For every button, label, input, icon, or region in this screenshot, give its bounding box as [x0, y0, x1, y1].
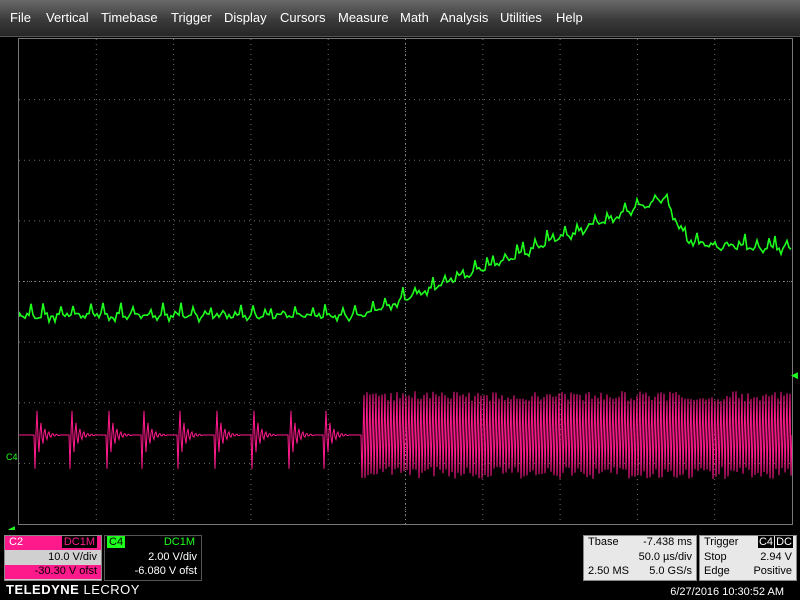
c4-descriptor[interactable]: C4 DC1M 2.00 V/div -6.080 V ofst: [104, 535, 202, 581]
waveform-svg: [19, 39, 792, 524]
waveform-display[interactable]: [18, 38, 793, 525]
menu-bar: File Vertical Timebase Trigger Display Cursor…: [0, 0, 800, 37]
menu-analysis[interactable]: Analysis: [440, 10, 488, 25]
brand-bold: TELEDYNE: [6, 582, 80, 597]
menu-trigger[interactable]: Trigger: [171, 10, 212, 25]
timebase-per-div: 50.0 µs/div: [638, 551, 692, 563]
c2-name: C2: [9, 536, 24, 548]
c4-vdiv: 2.00 V/div: [148, 551, 197, 563]
timebase-rate: 5.0 GS/s: [649, 565, 692, 577]
c2-vdiv: 10.0 V/div: [48, 551, 97, 563]
timebase-samples: 2.50 MS: [588, 565, 629, 577]
brand-logo: TELEDYNE LECROY: [6, 582, 140, 597]
c4-name: C4: [107, 536, 126, 548]
menu-display[interactable]: Display: [224, 10, 267, 25]
menu-measure[interactable]: Measure: [338, 10, 389, 25]
c2-descriptor[interactable]: C2 DC1M 10.0 V/div -30.30 V ofst: [4, 535, 102, 581]
trigger-level-marker-icon[interactable]: ◀: [791, 370, 798, 381]
menu-math[interactable]: Math: [400, 10, 429, 25]
timebase-delay: -7.438 ms: [643, 536, 692, 548]
trigger-mode: Stop: [704, 551, 727, 563]
menu-cursors[interactable]: Cursors: [280, 10, 326, 25]
c4-ground-label: C4: [6, 452, 18, 462]
trigger-label: Trigger: [704, 536, 739, 548]
menu-vertical[interactable]: Vertical: [46, 10, 89, 25]
menu-file[interactable]: File: [10, 10, 31, 25]
trigger-slope: Positive: [753, 565, 792, 577]
grid: [19, 39, 792, 524]
timebase-descriptor[interactable]: Tbase -7.438 ms 50.0 µs/div 2.50 MS 5.0 …: [583, 535, 697, 581]
trigger-coupling: DC: [775, 536, 793, 548]
date-time: 6/27/2016 10:30:52 AM: [670, 586, 784, 598]
c2-coupling: DC1M: [61, 536, 97, 548]
trigger-level: 2.94 V: [760, 551, 792, 563]
menu-help[interactable]: Help: [556, 10, 583, 25]
c2-offset: -30.30 V ofst: [34, 565, 97, 577]
trigger-source: C4: [757, 536, 774, 548]
c4-trace: [19, 192, 792, 325]
brand-thin: LECROY: [83, 582, 140, 597]
menu-utilities[interactable]: Utilities: [500, 10, 542, 25]
c4-coupling: DC1M: [161, 536, 197, 548]
timebase-label: Tbase: [588, 536, 619, 548]
c2-trace: [19, 391, 792, 479]
trigger-type: Edge: [704, 565, 730, 577]
menu-timebase[interactable]: Timebase: [101, 10, 158, 25]
c4-offset: -6.080 V ofst: [134, 565, 197, 577]
trigger-descriptor[interactable]: Trigger C4 DC Stop 2.94 V Edge Positive: [699, 535, 797, 581]
